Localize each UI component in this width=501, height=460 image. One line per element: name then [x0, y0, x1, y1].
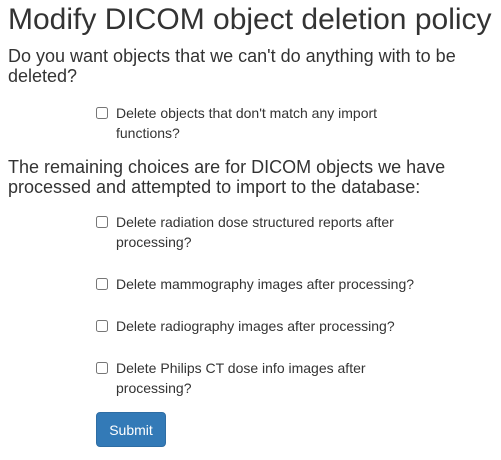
processed-heading: The remaining choices are for DICOM obje…	[8, 157, 446, 197]
delete-philips-ct-label[interactable]: Delete Philips CT dose info images after…	[116, 358, 416, 398]
option-delete-unmatched: Delete objects that don't match any impo…	[96, 103, 416, 143]
delete-philips-ct-checkbox[interactable]	[96, 362, 108, 374]
delete-rdsr-label[interactable]: Delete radiation dose structured reports…	[116, 212, 416, 252]
delete-radiography-label[interactable]: Delete radiography images after processi…	[116, 316, 416, 336]
option-delete-mammography: Delete mammography images after processi…	[96, 274, 416, 294]
delete-mammography-checkbox[interactable]	[96, 278, 108, 290]
option-delete-philips-ct: Delete Philips CT dose info images after…	[96, 358, 416, 398]
option-delete-rdsr: Delete radiation dose structured reports…	[96, 212, 416, 252]
delete-unmatched-label[interactable]: Delete objects that don't match any impo…	[116, 103, 416, 143]
page-title: Modify DICOM object deletion policy	[8, 3, 492, 36]
intro-question: Do you want objects that we can't do any…	[8, 46, 456, 86]
delete-unmatched-checkbox[interactable]	[96, 107, 108, 119]
delete-rdsr-checkbox[interactable]	[96, 216, 108, 228]
delete-radiography-checkbox[interactable]	[96, 320, 108, 332]
submit-button[interactable]: Submit	[96, 412, 166, 447]
delete-mammography-label[interactable]: Delete mammography images after processi…	[116, 274, 416, 294]
option-delete-radiography: Delete radiography images after processi…	[96, 316, 416, 336]
